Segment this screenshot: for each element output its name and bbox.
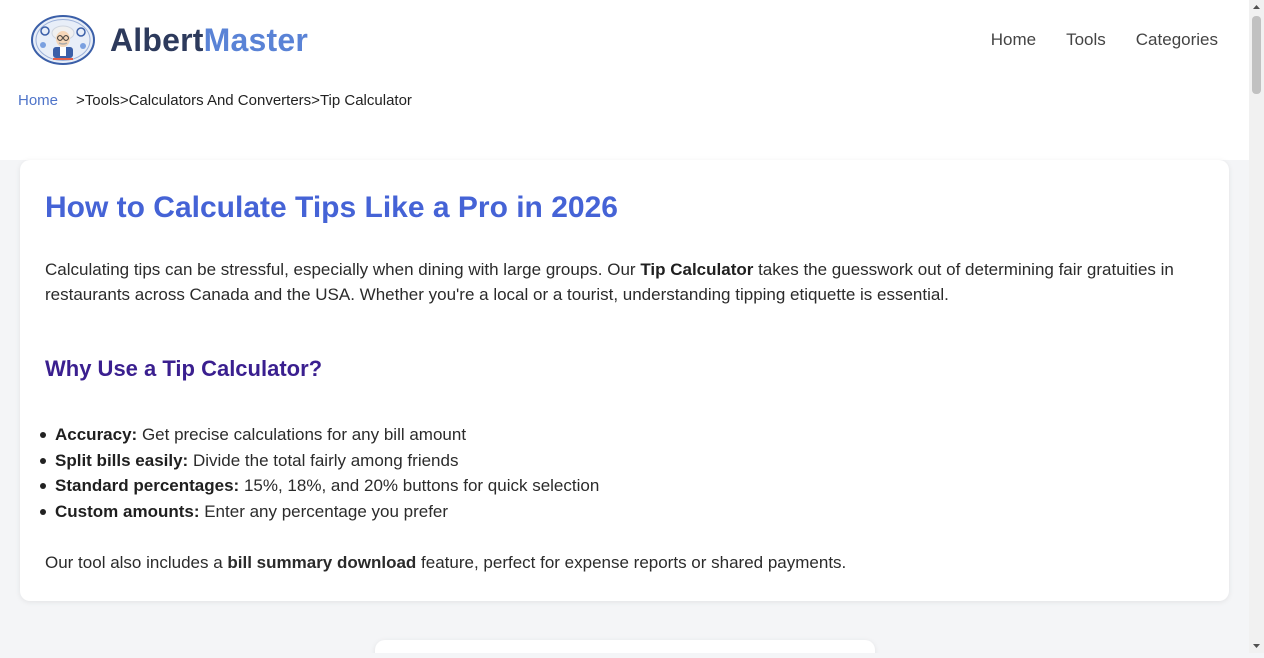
breadcrumb-separator: > bbox=[311, 92, 320, 109]
brand-name-part-1: Albert bbox=[110, 22, 204, 58]
article-title: How to Calculate Tips Like a Pro in 2026 bbox=[45, 191, 618, 224]
outro-text-start: Our tool also includes a bbox=[45, 553, 228, 572]
list-item-text: Get precise calculations for any bill am… bbox=[137, 425, 467, 444]
intro-text-bold: Tip Calculator bbox=[640, 260, 754, 279]
list-item: Standard percentages: 15%, 18%, and 20% … bbox=[39, 473, 600, 499]
list-item-label: Split bills easily: bbox=[55, 450, 189, 470]
list-item-text: 15%, 18%, and 20% buttons for quick sele… bbox=[239, 476, 600, 495]
main-nav: Home Tools Categories bbox=[991, 29, 1218, 51]
list-item: Accuracy: Get precise calculations for a… bbox=[39, 422, 599, 448]
list-item-label: Standard percentages: bbox=[55, 476, 240, 495]
outro-text-end: feature, perfect for expense reports or … bbox=[416, 553, 847, 572]
nav-home-link[interactable]: Home bbox=[991, 29, 1036, 51]
list-item-text: Enter any percentage you prefer bbox=[199, 501, 449, 521]
list-item-label: Custom amounts: bbox=[55, 501, 200, 521]
brand-name-part-2: Master bbox=[203, 22, 309, 58]
breadcrumb: Home > Tools > Calculators And Converter… bbox=[18, 92, 412, 110]
brand-name[interactable]: AlbertMaster bbox=[110, 20, 308, 60]
site-header: AlbertMaster Home Tools Categories bbox=[0, 0, 1249, 80]
outro-text-bold: bill summary download bbox=[227, 553, 417, 572]
nav-tools-link[interactable]: Tools bbox=[1066, 29, 1106, 51]
breadcrumb-separator: > bbox=[119, 92, 129, 109]
article-card: How to Calculate Tips Like a Pro in 2026… bbox=[20, 160, 1229, 601]
logo-icon[interactable] bbox=[31, 15, 95, 65]
page-viewport: AlbertMaster Home Tools Categories Home … bbox=[0, 0, 1249, 653]
list-item-text: Divide the total fairly among friends bbox=[188, 450, 459, 470]
scrollbar-thumb[interactable] bbox=[1252, 16, 1261, 94]
scroll-down-arrow-icon[interactable] bbox=[1249, 639, 1264, 653]
scroll-up-arrow-icon[interactable] bbox=[1249, 0, 1264, 14]
article-outro: Our tool also includes a bill summary do… bbox=[45, 550, 846, 575]
breadcrumb-separator: > bbox=[76, 92, 85, 109]
page-scrollbar[interactable] bbox=[1249, 0, 1264, 653]
breadcrumb-home-link[interactable]: Home bbox=[18, 92, 58, 110]
breadcrumb-tools-link[interactable]: Tools bbox=[85, 92, 120, 110]
list-item: Split bills easily: Divide the total fai… bbox=[39, 448, 599, 474]
intro-text-start: Calculating tips can be stressful, espec… bbox=[45, 260, 641, 279]
breadcrumb-current-page: Tip Calculator bbox=[319, 92, 412, 109]
list-item-label: Accuracy: bbox=[55, 425, 138, 444]
section-heading: Why Use a Tip Calculator? bbox=[45, 356, 323, 381]
list-item: Custom amounts: Enter any percentage you… bbox=[39, 499, 599, 525]
calculator-card bbox=[375, 640, 875, 653]
nav-categories-link[interactable]: Categories bbox=[1136, 29, 1218, 51]
breadcrumb-calculators-link[interactable]: Calculators And Converters bbox=[129, 92, 312, 110]
benefits-list: Accuracy: Get precise calculations for a… bbox=[39, 422, 600, 525]
article-intro: Calculating tips can be stressful, espec… bbox=[45, 257, 1185, 307]
